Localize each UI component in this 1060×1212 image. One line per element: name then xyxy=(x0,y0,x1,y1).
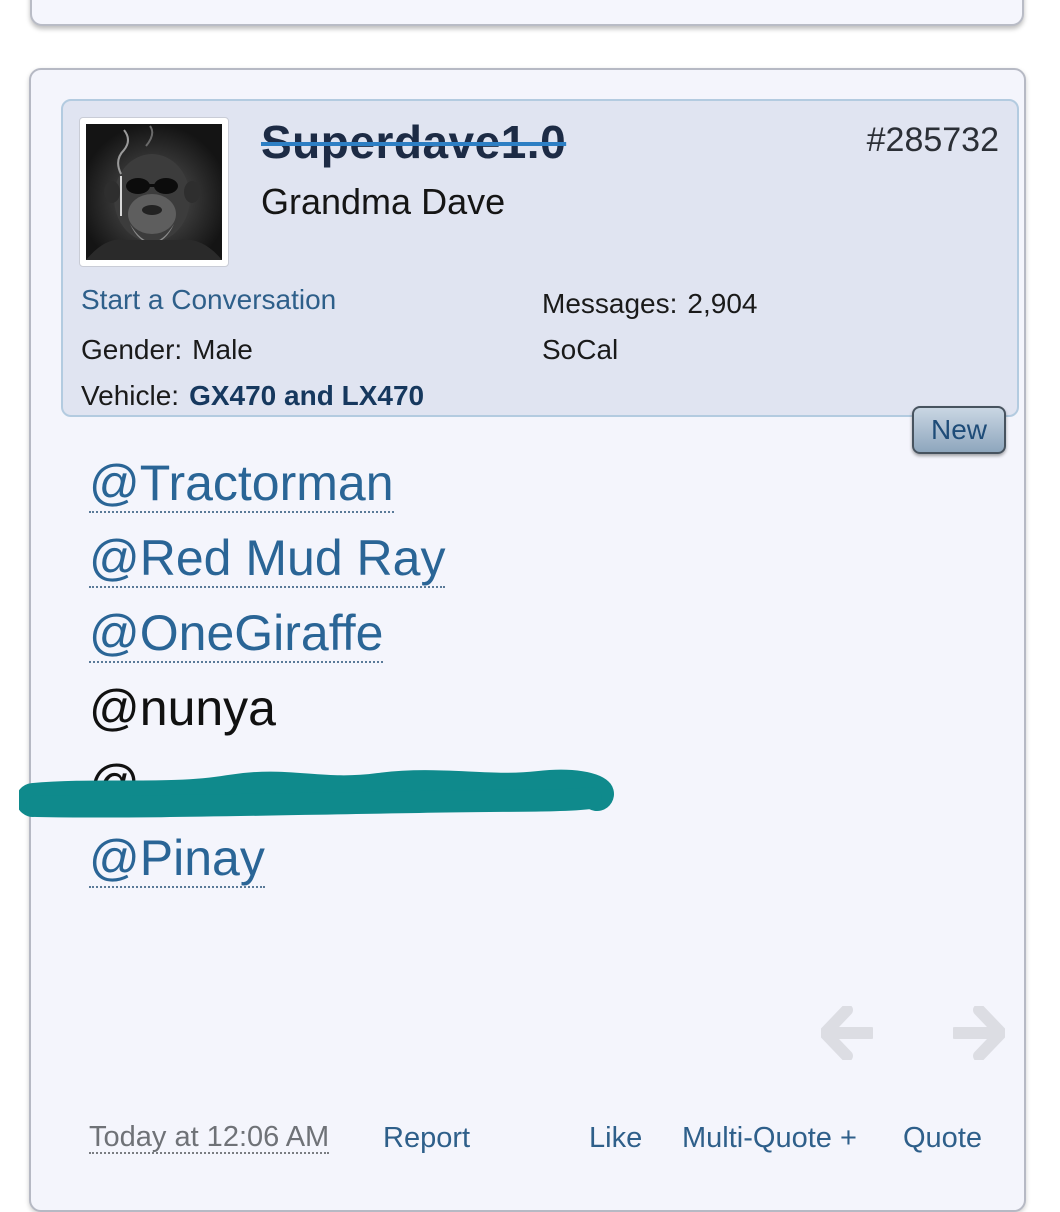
mention-link[interactable]: @Tractorman xyxy=(89,456,394,513)
post-card: Superdave1.0 Grandma Dave #285732 Start … xyxy=(19,68,1026,1212)
location-info: SoCal xyxy=(542,334,619,365)
gender-info: Gender: Male xyxy=(81,334,253,366)
mention-link[interactable]: @OneGiraffe xyxy=(89,606,384,663)
arrow-left-icon[interactable] xyxy=(821,1006,873,1060)
multi-quote-link[interactable]: Multi-Quote + xyxy=(682,1122,857,1155)
user-title: Grandma Dave xyxy=(261,181,506,222)
gender-value: Male xyxy=(192,334,253,365)
mention-link[interactable]: @Red Mud Ray xyxy=(89,531,446,588)
avatar[interactable] xyxy=(79,117,229,267)
vehicle-value: GX470 and LX470 xyxy=(189,380,425,411)
arrow-right-icon[interactable] xyxy=(953,1006,1005,1060)
redaction-scribble xyxy=(19,769,614,818)
new-badge-button[interactable]: New xyxy=(912,406,1006,454)
like-link[interactable]: Like xyxy=(589,1122,642,1155)
messages-label: Messages: xyxy=(542,288,678,319)
user-info-panel: Superdave1.0 Grandma Dave #285732 Start … xyxy=(61,99,1019,417)
messages-value: 2,904 xyxy=(687,288,758,319)
messages-info: Messages: 2,904 xyxy=(542,288,757,320)
vehicle-label: Vehicle: xyxy=(81,380,180,411)
quote-link[interactable]: Quote xyxy=(903,1122,982,1155)
mention-text: @nunya xyxy=(89,680,276,736)
vehicle-info: Vehicle: GX470 and LX470 xyxy=(81,380,424,412)
report-link[interactable]: Report xyxy=(383,1122,470,1155)
mention-link[interactable]: @Pinay xyxy=(89,831,265,888)
gender-label: Gender: xyxy=(81,334,183,365)
post-timestamp[interactable]: Today at 12:06 AM xyxy=(89,1122,330,1155)
post-number-link[interactable]: #285732 xyxy=(867,121,999,160)
avatar-image xyxy=(86,124,222,260)
username[interactable]: Superdave1.0 xyxy=(261,115,566,169)
previous-post-card xyxy=(30,0,1024,26)
start-conversation-link[interactable]: Start a Conversation xyxy=(81,284,336,316)
